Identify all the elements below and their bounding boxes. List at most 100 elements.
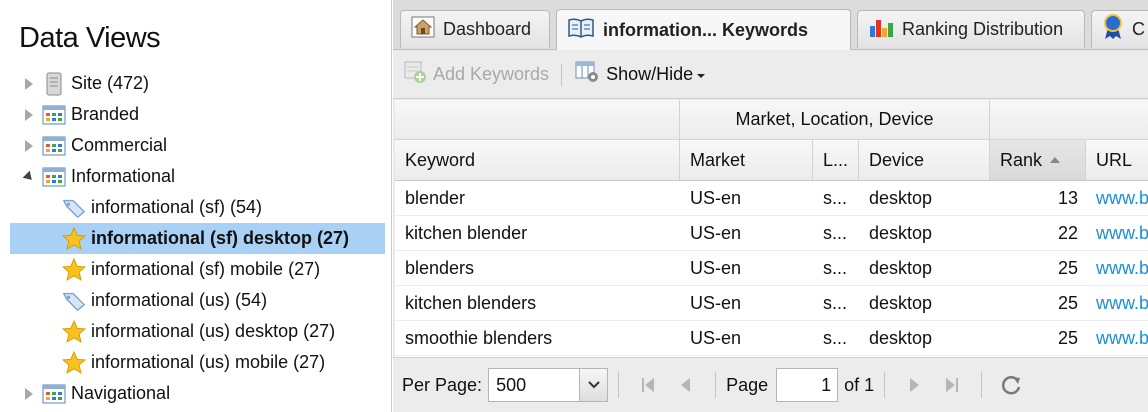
show-hide-button[interactable]: Show/Hide xyxy=(574,60,706,89)
cell-device: desktop xyxy=(869,188,933,208)
grid-view-icon xyxy=(42,103,66,127)
grid-view-icon xyxy=(42,382,66,406)
chevron-down-icon xyxy=(696,64,706,85)
tree-item[interactable]: informational (sf) mobile (27) xyxy=(10,254,385,285)
last-page-icon[interactable] xyxy=(939,372,965,398)
cell-location: s... xyxy=(823,293,848,313)
column-header-market[interactable]: Market xyxy=(680,140,813,180)
table-row[interactable]: kitchen blenders US-en s... desktop 25 www.b xyxy=(395,286,1148,321)
per-page-select[interactable]: 500 xyxy=(488,368,609,402)
header-group-market: Market, Location, Device xyxy=(680,100,990,140)
per-page-value: 500 xyxy=(496,374,527,395)
tree-item[interactable]: informational (us) (54) xyxy=(10,285,385,316)
tab-label: information... Keywords xyxy=(603,19,809,40)
cell-rank: 25 xyxy=(1057,328,1078,348)
add-keywords-button[interactable]: Add Keywords xyxy=(403,60,549,89)
cell-keyword: smoothie blenders xyxy=(405,328,553,348)
cell-device: desktop xyxy=(869,293,933,313)
star-icon xyxy=(62,257,86,282)
cell-market: US-en xyxy=(690,293,742,313)
tree-item-label: informational (sf) (54) xyxy=(91,197,263,217)
server-icon xyxy=(42,72,66,96)
expand-arrow-right-icon[interactable] xyxy=(20,106,38,124)
star-icon xyxy=(62,319,86,344)
previous-page-icon[interactable] xyxy=(673,372,699,398)
tree-item[interactable]: Commercial xyxy=(10,130,385,161)
expand-arrow-right-icon[interactable] xyxy=(20,137,38,155)
first-page-icon[interactable] xyxy=(635,372,661,398)
tree-item[interactable]: Informational xyxy=(10,161,385,192)
tree-item-label: Navigational xyxy=(71,383,171,403)
star-icon xyxy=(62,350,86,375)
tree-item-label: Branded xyxy=(71,104,140,124)
award-ribbon-icon xyxy=(1102,14,1124,45)
cell-device: desktop xyxy=(869,328,933,348)
tab-label: C xyxy=(1132,19,1145,39)
main-panel: Dashboard information... Keywords Rankin… xyxy=(393,0,1148,412)
tree-item[interactable]: Navigational xyxy=(10,378,385,409)
column-header-device[interactable]: Device xyxy=(859,140,990,180)
tag-icon xyxy=(62,289,86,313)
tree-item[interactable]: informational (sf) (54) xyxy=(10,192,385,223)
cell-rank: 25 xyxy=(1057,293,1078,313)
tree-item-label: informational (sf) mobile (27) xyxy=(91,259,321,279)
page-label: Page xyxy=(726,374,769,395)
cell-location: s... xyxy=(823,188,848,208)
tag-icon xyxy=(62,196,86,220)
refresh-icon[interactable] xyxy=(998,372,1024,398)
pager-separator xyxy=(618,372,620,398)
cell-url[interactable]: www.b xyxy=(1086,181,1148,216)
cell-device: desktop xyxy=(869,223,933,243)
add-keywords-label: Add Keywords xyxy=(433,64,550,84)
column-header-url[interactable]: URL xyxy=(1086,140,1148,180)
table-row[interactable]: kitchen blender US-en s... desktop 22 www.b xyxy=(395,216,1148,251)
cell-market: US-en xyxy=(690,223,742,243)
tab-dashboard[interactable]: Dashboard xyxy=(400,10,550,48)
cell-market: US-en xyxy=(690,328,742,348)
table-row[interactable]: blenders US-en s... desktop 25 www.b xyxy=(395,251,1148,286)
pager-separator xyxy=(884,372,886,398)
tree-item[interactable]: informational (sf) desktop (27) xyxy=(10,223,385,254)
page-number-input[interactable]: 1 xyxy=(776,368,839,402)
tab-ranking-distribution[interactable]: Ranking Distribution xyxy=(857,10,1085,48)
sort-ascending-icon xyxy=(1050,157,1061,163)
cell-url[interactable]: www.b xyxy=(1086,251,1148,286)
cell-rank: 25 xyxy=(1057,258,1078,278)
rank-header-label: Rank xyxy=(1000,149,1043,170)
expand-arrow-down-icon[interactable] xyxy=(20,168,38,186)
tree-item[interactable]: Branded xyxy=(10,99,385,130)
tab-bar: Dashboard information... Keywords Rankin… xyxy=(393,0,1148,50)
expand-arrow-right-icon[interactable] xyxy=(20,75,38,93)
tree-item-label: informational (us) desktop (27) xyxy=(91,321,336,341)
grid-view-icon xyxy=(42,165,66,189)
cell-rank: 13 xyxy=(1057,188,1078,208)
column-header-rank[interactable]: Rank xyxy=(990,140,1086,180)
tree-item-label: Site (472) xyxy=(71,73,150,93)
cell-url[interactable]: www.b xyxy=(1086,216,1148,251)
column-header-location[interactable]: L... xyxy=(813,140,859,180)
cell-url[interactable]: www.b xyxy=(1086,321,1148,356)
chevron-down-icon[interactable] xyxy=(579,369,608,401)
tree-item[interactable]: Site (472) xyxy=(10,68,385,99)
tree-item[interactable]: informational (us) desktop (27) xyxy=(10,316,385,347)
cell-keyword: blender xyxy=(405,188,466,208)
header-group-empty-right xyxy=(990,100,1148,140)
page-count-label: of 1 xyxy=(844,374,875,395)
table-row[interactable]: smoothie blenders US-en s... desktop 25 www.b xyxy=(395,321,1148,356)
column-header-keyword[interactable]: Keyword xyxy=(395,140,680,180)
tree-item-label: informational (us) mobile (27) xyxy=(91,352,326,372)
keywords-grid: Market, Location, Device Keyword Market … xyxy=(395,100,1148,357)
next-page-icon[interactable] xyxy=(901,372,927,398)
expand-arrow-right-icon[interactable] xyxy=(20,385,38,403)
panel-title: Data Views xyxy=(19,22,161,54)
table-row[interactable]: blender US-en s... desktop 13 www.b xyxy=(395,181,1148,216)
tab-keywords[interactable]: information... Keywords xyxy=(556,9,851,50)
cell-rank: 22 xyxy=(1057,223,1078,243)
tab-label: Dashboard xyxy=(443,19,532,39)
cell-url[interactable]: www.b xyxy=(1086,286,1148,321)
tab-awards[interactable]: C xyxy=(1091,10,1148,48)
cell-market: US-en xyxy=(690,188,742,208)
bar-chart-icon xyxy=(868,16,894,43)
tree-item[interactable]: informational (us) mobile (27) xyxy=(10,347,385,378)
tree-item-label: informational (sf) desktop (27) xyxy=(91,228,350,248)
